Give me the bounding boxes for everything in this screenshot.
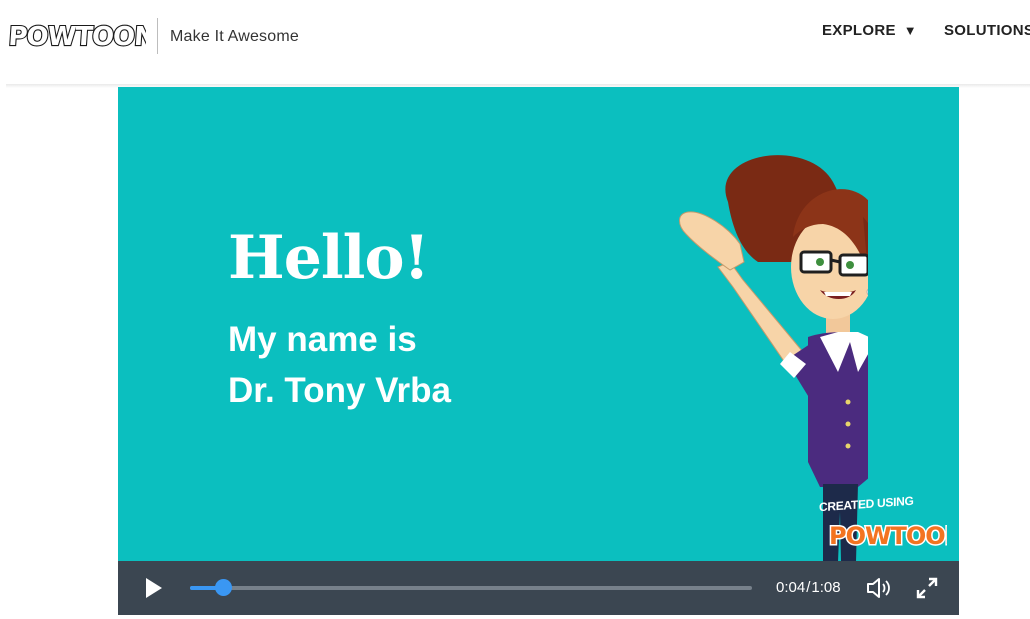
nav-solutions-link[interactable]: SOLUTIONS (944, 22, 1030, 39)
progress-bar[interactable] (190, 579, 752, 596)
powtoon-watermark-logo: POWTOON (828, 521, 948, 552)
powtoon-logo-text: POWTOON (8, 22, 146, 52)
fullscreen-icon[interactable] (915, 576, 939, 600)
created-using-watermark: CREATED USING POWTOON (811, 487, 951, 557)
nav-explore-label: EXPLORE (822, 22, 896, 39)
current-time: 0:04 (776, 579, 806, 596)
video-player[interactable]: Hello! My name is Dr. Tony Vrba CREATED … (118, 87, 959, 615)
nav-explore-menu[interactable]: EXPLORE ▼ (822, 22, 917, 39)
player-controls-bar: 0:04/1:08 (118, 561, 959, 615)
header-tagline: Make It Awesome (170, 28, 299, 45)
powtoon-logo[interactable]: POWTOON (8, 14, 146, 54)
slide-text-line-1: My name is (228, 320, 417, 359)
volume-icon[interactable] (864, 574, 894, 602)
slide-text-line-2: Dr. Tony Vrba (228, 371, 452, 410)
play-icon[interactable] (140, 575, 166, 601)
progress-thumb[interactable] (215, 579, 233, 596)
header-divider (157, 18, 158, 54)
time-display: 0:04/1:08 (776, 579, 841, 596)
watermark-logo-text: POWTOON (829, 522, 947, 550)
chevron-down-icon: ▼ (903, 23, 917, 38)
slide-headline: Hello! (228, 223, 430, 293)
duration: 1:08 (811, 579, 841, 596)
site-header: POWTOON Make It Awesome EXPLORE ▼ SOLUTIO… (0, 0, 1030, 84)
